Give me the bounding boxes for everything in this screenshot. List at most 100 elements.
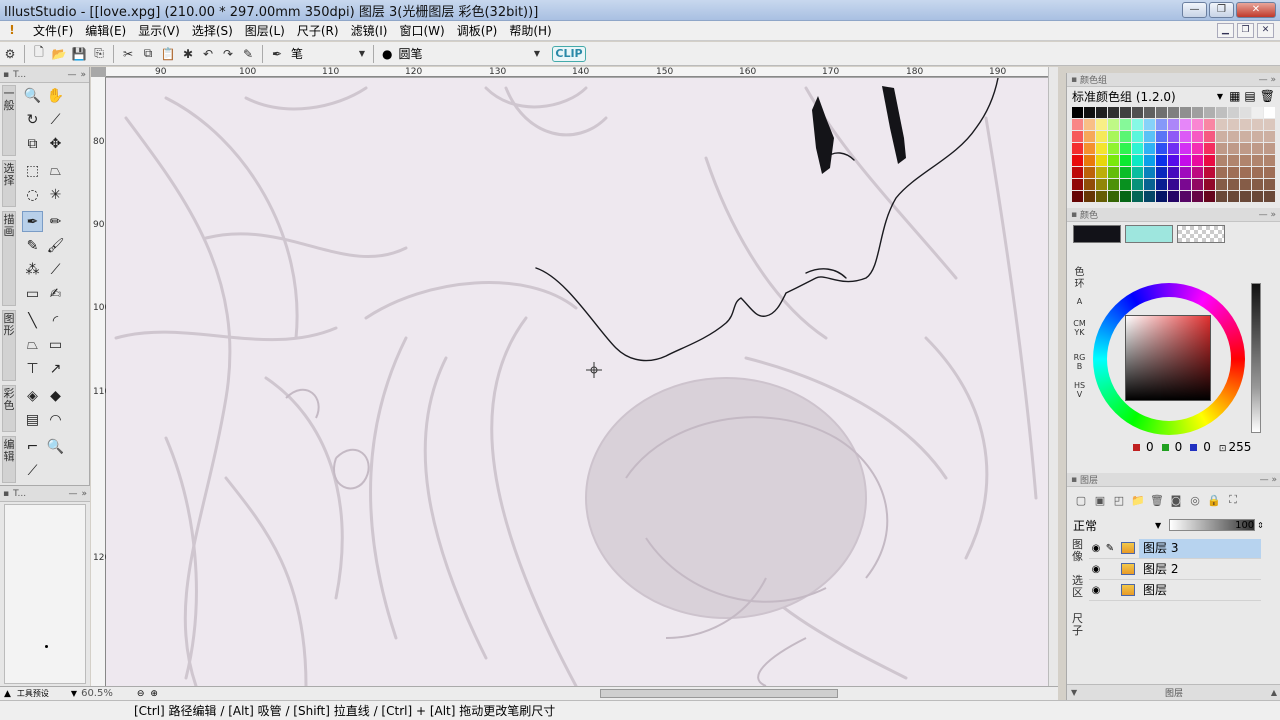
eyedropper-tool-icon[interactable]: ⟋ — [45, 109, 66, 130]
doc-close-button[interactable]: ✕ — [1257, 23, 1274, 38]
color-swatch[interactable] — [1264, 191, 1275, 202]
eraser-tool-icon[interactable]: ▭ — [22, 283, 43, 304]
transparent-color-swatch[interactable] — [1177, 225, 1225, 243]
new-folder-icon[interactable]: 📁 — [1130, 492, 1146, 508]
color-swatch[interactable] — [1180, 167, 1191, 178]
color-set-select[interactable]: 标准颜色组 (1.2.0) ▼ ▦ ▤ 🗑 — [1067, 87, 1280, 105]
app-menu-icon[interactable]: ! — [3, 23, 21, 39]
ruler-tool-icon[interactable]: ⊤ — [22, 358, 43, 379]
tab-hsv[interactable]: HSV — [1073, 381, 1086, 409]
close-button[interactable]: ✕ — [1236, 2, 1276, 18]
tab-rgb[interactable]: RGB — [1073, 353, 1086, 381]
color-swatch[interactable] — [1168, 167, 1179, 178]
color-swatch[interactable] — [1156, 131, 1167, 142]
color-swatch-grid[interactable] — [1072, 107, 1275, 202]
chevron-down-icon[interactable]: ▼ — [71, 689, 77, 698]
triangle-up-icon[interactable]: ▲ — [1271, 688, 1277, 697]
color-swatch[interactable] — [1264, 143, 1275, 154]
layer-row[interactable]: ◉ 图层 — [1089, 580, 1261, 601]
tab-ruler[interactable]: 尺子 — [1071, 613, 1084, 649]
color-swatch[interactable] — [1252, 143, 1263, 154]
settings-gear-icon[interactable]: ⚙ — [0, 44, 20, 64]
color-swatch[interactable] — [1240, 179, 1251, 190]
menu-filter[interactable]: 滤镜(I) — [345, 22, 394, 39]
transform-icon[interactable]: ✱ — [178, 44, 198, 64]
color-swatch[interactable] — [1072, 143, 1083, 154]
expand-icon[interactable]: » — [81, 489, 87, 499]
panel-menu-icon[interactable]: ▪ — [1071, 210, 1077, 220]
lasso-select-icon[interactable]: ◌ — [22, 184, 43, 205]
color-swatch[interactable] — [1108, 143, 1119, 154]
color-swatch[interactable] — [1120, 107, 1131, 118]
color-swatch[interactable] — [1144, 131, 1155, 142]
color-swatch[interactable] — [1108, 191, 1119, 202]
color-swatch[interactable] — [1132, 143, 1143, 154]
drawing-canvas[interactable] — [106, 78, 1050, 686]
color-swatch[interactable] — [1204, 131, 1215, 142]
vertical-scrollbar[interactable] — [1048, 67, 1058, 687]
new-vector-layer-icon[interactable]: ▣ — [1092, 492, 1108, 508]
color-swatch[interactable] — [1252, 179, 1263, 190]
color-swatch[interactable] — [1192, 107, 1203, 118]
color-swatch[interactable] — [1228, 191, 1239, 202]
color-swatch[interactable] — [1192, 191, 1203, 202]
color-swatch[interactable] — [1180, 155, 1191, 166]
color-swatch[interactable] — [1216, 191, 1227, 202]
color-swatch[interactable] — [1252, 131, 1263, 142]
color-swatch[interactable] — [1156, 107, 1167, 118]
new-tone-layer-icon[interactable]: ◰ — [1111, 492, 1127, 508]
panel-menu-icon[interactable]: ▪ — [3, 70, 9, 80]
eye-icon[interactable]: ◉ — [1089, 564, 1103, 575]
color-swatch[interactable] — [1168, 179, 1179, 190]
tab-alpha[interactable]: A — [1073, 297, 1086, 319]
color-swatch[interactable] — [1192, 167, 1203, 178]
spin-icon[interactable]: ⇕ — [1257, 521, 1264, 530]
color-swatch[interactable] — [1156, 119, 1167, 130]
color-swatch[interactable] — [1108, 131, 1119, 142]
color-swatch[interactable] — [1156, 179, 1167, 190]
color-swatch[interactable] — [1096, 131, 1107, 142]
layer-name[interactable]: 图层 3 — [1139, 538, 1261, 558]
mask-apply-icon[interactable]: ◎ — [1187, 492, 1203, 508]
color-swatch[interactable] — [1252, 191, 1263, 202]
lock-icon[interactable]: 🔒 — [1206, 492, 1222, 508]
color-swatch[interactable] — [1084, 167, 1095, 178]
color-swatch[interactable] — [1216, 131, 1227, 142]
color-swatch[interactable] — [1180, 131, 1191, 142]
cut-icon[interactable]: ✂ — [118, 44, 138, 64]
blend-mode-select[interactable]: 正常 — [1073, 517, 1097, 534]
color-swatch[interactable] — [1216, 119, 1227, 130]
color-swatch[interactable] — [1216, 143, 1227, 154]
collapse-icon[interactable]: — — [1259, 210, 1268, 220]
color-swatch[interactable] — [1096, 179, 1107, 190]
chevron-down-icon[interactable]: ▼ — [1071, 688, 1077, 697]
zoom-level[interactable]: 60.5% — [81, 688, 113, 699]
color-swatch[interactable] — [1168, 191, 1179, 202]
color-swatch[interactable] — [1180, 143, 1191, 154]
rectangle-tool-icon[interactable]: ▭ — [45, 334, 66, 355]
hand-tool-icon[interactable]: ✋ — [45, 85, 66, 106]
chevron-down-icon[interactable]: ▼ — [1155, 521, 1161, 530]
color-swatch[interactable] — [1204, 191, 1215, 202]
color-swatch[interactable] — [1084, 155, 1095, 166]
collapse-icon[interactable]: — — [68, 489, 77, 499]
curve-tool-icon[interactable]: ◜ — [45, 310, 66, 331]
tab-selection[interactable]: 选区 — [1071, 575, 1084, 613]
new-raster-layer-icon[interactable]: ▢ — [1073, 492, 1089, 508]
color-swatch[interactable] — [1240, 167, 1251, 178]
color-swatch[interactable] — [1240, 191, 1251, 202]
menu-ruler[interactable]: 尺子(R) — [291, 22, 345, 39]
color-swatch[interactable] — [1132, 119, 1143, 130]
pencil-tool-icon[interactable]: ✏ — [45, 211, 66, 232]
color-swatch[interactable] — [1072, 155, 1083, 166]
color-swatch[interactable] — [1240, 143, 1251, 154]
zoom-tool-icon[interactable]: 🔍 — [22, 85, 43, 106]
color-swatch[interactable] — [1144, 191, 1155, 202]
color-swatch[interactable] — [1096, 191, 1107, 202]
tool-category-draw[interactable]: 描画 — [2, 211, 16, 306]
color-swatch[interactable] — [1120, 191, 1131, 202]
color-swatch[interactable] — [1084, 191, 1095, 202]
color-swatch[interactable] — [1144, 119, 1155, 130]
redo-icon[interactable]: ↷ — [218, 44, 238, 64]
color-swatch[interactable] — [1144, 107, 1155, 118]
